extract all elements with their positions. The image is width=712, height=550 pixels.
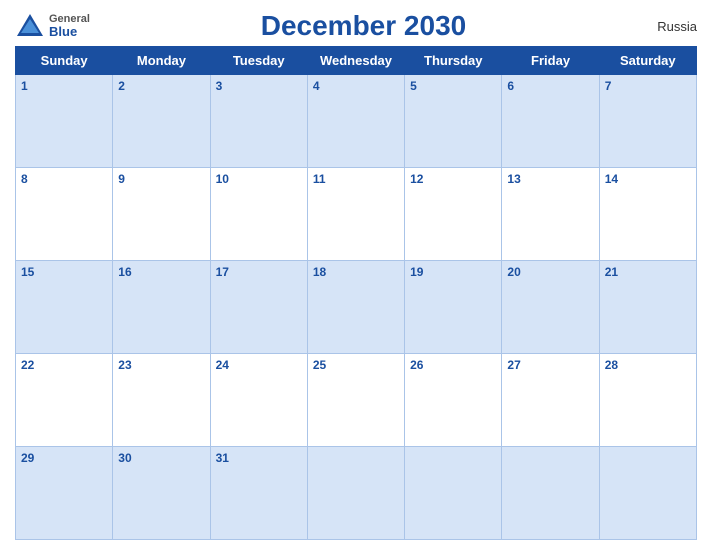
calendar-day-cell: 17 bbox=[210, 261, 307, 354]
calendar-day-cell: 30 bbox=[113, 447, 210, 540]
day-number: 3 bbox=[216, 79, 223, 93]
day-number: 1 bbox=[21, 79, 28, 93]
day-number: 30 bbox=[118, 451, 131, 465]
calendar-day-cell: 16 bbox=[113, 261, 210, 354]
day-number: 4 bbox=[313, 79, 320, 93]
calendar-week-row: 22 23 24 25 26 27 28 bbox=[16, 354, 697, 447]
days-header-row: Sunday Monday Tuesday Wednesday Thursday… bbox=[16, 47, 697, 75]
calendar-day-cell: 27 bbox=[502, 354, 599, 447]
calendar-day-cell: 1 bbox=[16, 75, 113, 168]
day-number: 24 bbox=[216, 358, 229, 372]
calendar-day-cell: 13 bbox=[502, 168, 599, 261]
day-number: 23 bbox=[118, 358, 131, 372]
calendar-day-cell bbox=[502, 447, 599, 540]
calendar-day-cell: 23 bbox=[113, 354, 210, 447]
logo-icon bbox=[15, 11, 45, 41]
calendar-day-cell: 12 bbox=[405, 168, 502, 261]
day-number: 15 bbox=[21, 265, 34, 279]
calendar-day-cell: 7 bbox=[599, 75, 696, 168]
header-saturday: Saturday bbox=[599, 47, 696, 75]
calendar-day-cell: 20 bbox=[502, 261, 599, 354]
calendar-day-cell: 22 bbox=[16, 354, 113, 447]
calendar-day-cell: 26 bbox=[405, 354, 502, 447]
calendar-week-row: 29 30 31 bbox=[16, 447, 697, 540]
calendar-day-cell: 31 bbox=[210, 447, 307, 540]
calendar-day-cell: 11 bbox=[307, 168, 404, 261]
day-number: 28 bbox=[605, 358, 618, 372]
day-number: 18 bbox=[313, 265, 326, 279]
calendar-table: Sunday Monday Tuesday Wednesday Thursday… bbox=[15, 46, 697, 540]
calendar-day-cell: 25 bbox=[307, 354, 404, 447]
calendar-day-cell bbox=[599, 447, 696, 540]
calendar-day-cell bbox=[307, 447, 404, 540]
calendar-day-cell: 8 bbox=[16, 168, 113, 261]
calendar-day-cell: 10 bbox=[210, 168, 307, 261]
day-number: 22 bbox=[21, 358, 34, 372]
calendar-day-cell: 19 bbox=[405, 261, 502, 354]
day-number: 8 bbox=[21, 172, 28, 186]
day-number: 26 bbox=[410, 358, 423, 372]
calendar-day-cell: 3 bbox=[210, 75, 307, 168]
calendar-day-cell: 6 bbox=[502, 75, 599, 168]
day-number: 7 bbox=[605, 79, 612, 93]
calendar-day-cell: 4 bbox=[307, 75, 404, 168]
calendar-day-cell: 28 bbox=[599, 354, 696, 447]
calendar-day-cell: 18 bbox=[307, 261, 404, 354]
calendar-day-cell bbox=[405, 447, 502, 540]
calendar-title: December 2030 bbox=[90, 10, 637, 42]
header-sunday: Sunday bbox=[16, 47, 113, 75]
header-friday: Friday bbox=[502, 47, 599, 75]
calendar-day-cell: 21 bbox=[599, 261, 696, 354]
calendar-week-row: 8 9 10 11 12 13 14 bbox=[16, 168, 697, 261]
day-number: 13 bbox=[507, 172, 520, 186]
day-number: 29 bbox=[21, 451, 34, 465]
calendar-day-cell: 15 bbox=[16, 261, 113, 354]
day-number: 14 bbox=[605, 172, 618, 186]
day-number: 27 bbox=[507, 358, 520, 372]
day-number: 20 bbox=[507, 265, 520, 279]
calendar-day-cell: 29 bbox=[16, 447, 113, 540]
calendar-day-cell: 2 bbox=[113, 75, 210, 168]
day-number: 10 bbox=[216, 172, 229, 186]
day-number: 11 bbox=[313, 172, 326, 186]
day-number: 2 bbox=[118, 79, 125, 93]
logo: General Blue bbox=[15, 11, 90, 41]
day-number: 6 bbox=[507, 79, 514, 93]
day-number: 16 bbox=[118, 265, 131, 279]
day-number: 21 bbox=[605, 265, 618, 279]
country-label: Russia bbox=[637, 19, 697, 34]
calendar-day-cell: 9 bbox=[113, 168, 210, 261]
day-number: 19 bbox=[410, 265, 423, 279]
calendar-day-cell: 5 bbox=[405, 75, 502, 168]
day-number: 5 bbox=[410, 79, 417, 93]
calendar-day-cell: 24 bbox=[210, 354, 307, 447]
header-thursday: Thursday bbox=[405, 47, 502, 75]
header-wednesday: Wednesday bbox=[307, 47, 404, 75]
header-tuesday: Tuesday bbox=[210, 47, 307, 75]
day-number: 9 bbox=[118, 172, 125, 186]
header-monday: Monday bbox=[113, 47, 210, 75]
day-number: 31 bbox=[216, 451, 229, 465]
calendar-header: General Blue December 2030 Russia bbox=[15, 10, 697, 42]
day-number: 25 bbox=[313, 358, 326, 372]
day-number: 17 bbox=[216, 265, 229, 279]
day-number: 12 bbox=[410, 172, 423, 186]
calendar-week-row: 1 2 3 4 5 6 7 bbox=[16, 75, 697, 168]
calendar-body: 1234567891011121314151617181920212223242… bbox=[16, 75, 697, 540]
calendar-week-row: 15 16 17 18 19 20 21 bbox=[16, 261, 697, 354]
calendar-day-cell: 14 bbox=[599, 168, 696, 261]
logo-blue-text: Blue bbox=[49, 25, 90, 38]
